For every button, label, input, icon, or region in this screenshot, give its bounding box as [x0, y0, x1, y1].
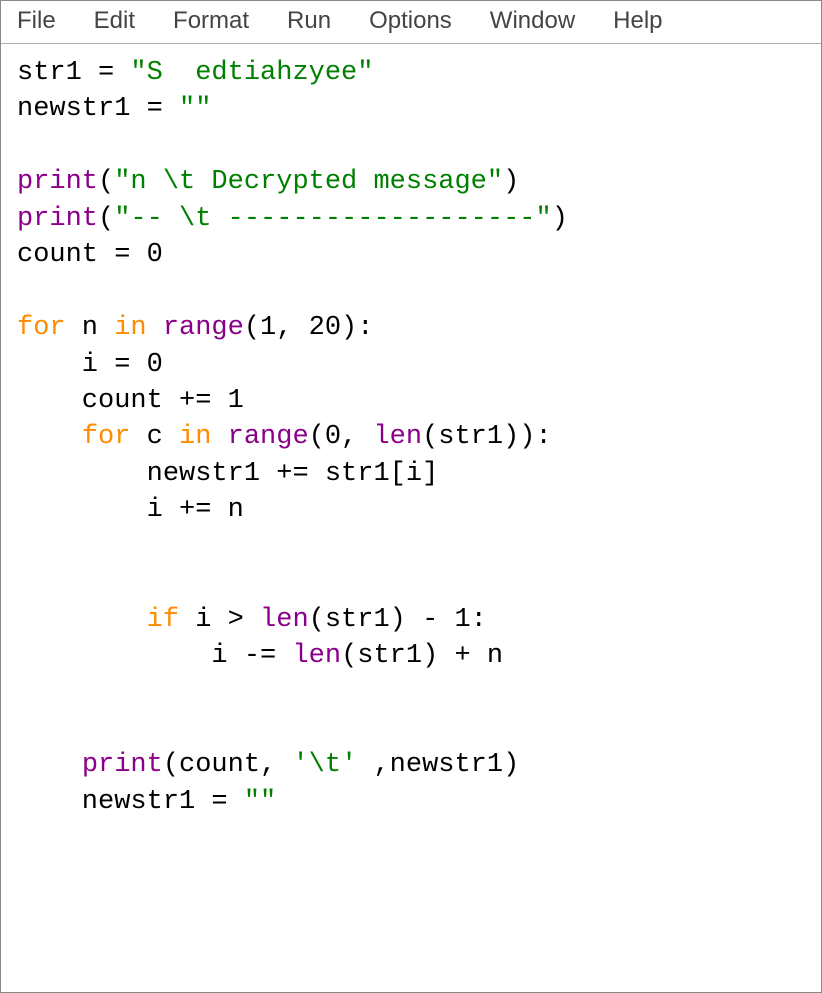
code-line: for n in range(1, 20):	[17, 313, 373, 343]
menu-edit[interactable]: Edit	[78, 3, 157, 41]
menu-window[interactable]: Window	[474, 3, 597, 41]
code-line: for c in range(0, len(str1)):	[17, 422, 552, 452]
code-line: newstr1 = ""	[17, 787, 276, 817]
menu-format[interactable]: Format	[157, 3, 271, 41]
code-line: newstr1 = ""	[17, 94, 211, 124]
code-line: count = 0	[17, 240, 163, 270]
code-editor[interactable]: str1 = "S edtiahzyee" newstr1 = "" print…	[1, 44, 821, 830]
menu-help[interactable]: Help	[597, 3, 684, 41]
code-line: i = 0	[17, 350, 163, 380]
code-line: i -= len(str1) + n	[17, 641, 503, 671]
menu-run[interactable]: Run	[271, 3, 353, 41]
menu-file[interactable]: File	[1, 3, 78, 41]
code-line: if i > len(str1) - 1:	[17, 605, 487, 635]
code-line: str1 = "S edtiahzyee"	[17, 58, 373, 88]
code-line: count += 1	[17, 386, 244, 416]
code-line: print("n \t Decrypted message")	[17, 167, 519, 197]
menu-bar: File Edit Format Run Options Window Help	[1, 1, 821, 44]
code-line: newstr1 += str1[i]	[17, 459, 438, 489]
code-line: print(count, '\t' ,newstr1)	[17, 750, 519, 780]
code-line: i += n	[17, 495, 244, 525]
code-line: print("-- \t -------------------")	[17, 204, 568, 234]
menu-options[interactable]: Options	[353, 3, 474, 41]
